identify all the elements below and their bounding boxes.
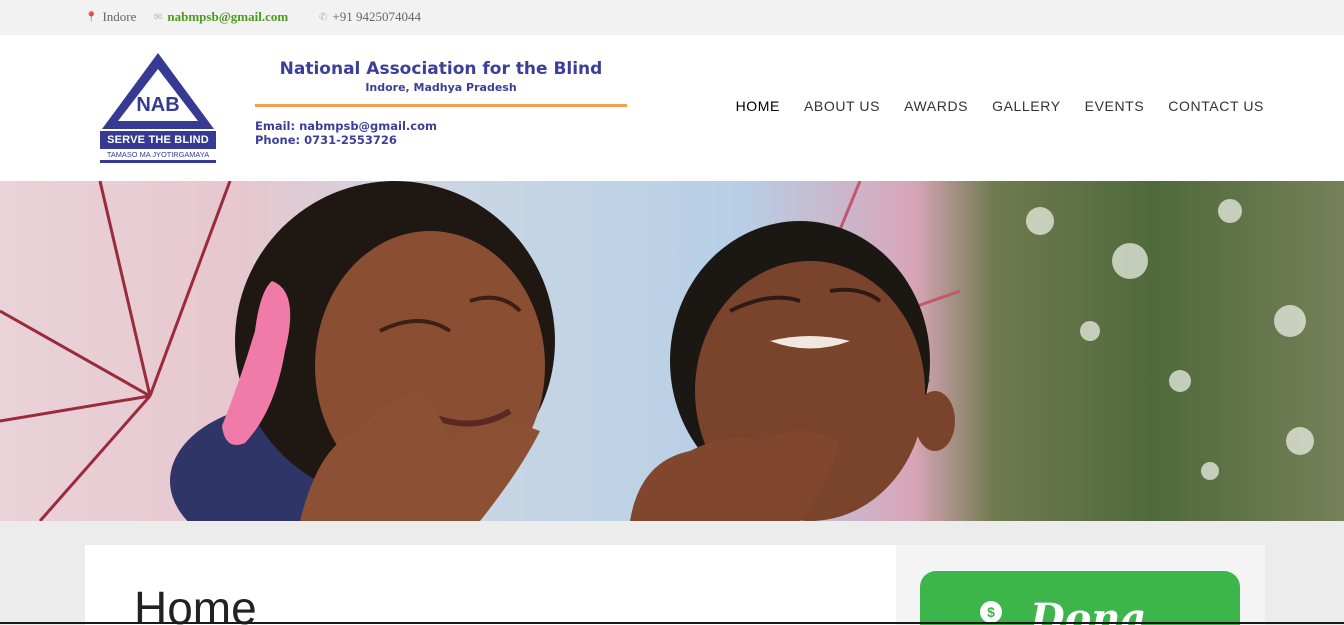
page-bottom-divider (0, 622, 1344, 624)
email-link[interactable]: ✉ nabmpsb@gmail.com (154, 9, 288, 25)
location-text: Indore (102, 9, 137, 24)
sidebar: $ Dona (896, 545, 1265, 625)
logo-divider (255, 104, 627, 107)
email-text[interactable]: nabmpsb@gmail.com (167, 9, 288, 25)
logo-email: Email: nabmpsb@gmail.com (255, 119, 437, 133)
donate-label: Dona (1030, 595, 1147, 625)
nav-home[interactable]: HOME (736, 98, 780, 114)
nav-awards[interactable]: AWARDS (904, 98, 968, 114)
nav-contact-us[interactable]: CONTACT US (1168, 98, 1264, 114)
hero-banner-image (0, 181, 1344, 521)
phone-item: ✆ +91 9425074044 (319, 9, 421, 25)
top-contact-bar: 📍 Indore ✉ nabmpsb@gmail.com ✆ +91 94250… (0, 0, 1344, 35)
main-nav: HOME ABOUT US AWARDS GALLERY EVENTS CONT… (736, 98, 1264, 114)
org-subtitle: Indore, Madhya Pradesh (365, 81, 517, 94)
emblem-letters: NAB (136, 94, 179, 116)
main-content: Home (85, 545, 896, 625)
emblem-motto: TAMASO MA JYOTIRGAMAYA (100, 149, 216, 163)
nav-gallery[interactable]: GALLERY (992, 98, 1061, 114)
page-title: Home (134, 582, 257, 625)
nav-about-us[interactable]: ABOUT US (804, 98, 880, 114)
org-title: National Association for the Blind (279, 59, 603, 79)
serve-the-blind-band: SERVE THE BLIND (100, 131, 216, 149)
phone-icon: ✆ (319, 11, 328, 23)
nab-emblem: NAB SERVE THE BLIND TAMASO MA JYOTIRGAMA… (100, 51, 216, 167)
location-item: 📍 Indore (85, 9, 136, 25)
map-pin-icon: 📍 (85, 11, 98, 23)
site-logo[interactable]: NAB SERVE THE BLIND TAMASO MA JYOTIRGAMA… (100, 51, 655, 167)
hero-photo-illustration (0, 181, 1314, 521)
triangle-emblem-icon: NAB (102, 53, 214, 129)
phone-text: +91 9425074044 (332, 9, 421, 24)
nav-events[interactable]: EVENTS (1085, 98, 1145, 114)
logo-phone: Phone: 0731-2553726 (255, 133, 397, 147)
site-header: NAB SERVE THE BLIND TAMASO MA JYOTIRGAMA… (0, 35, 1344, 181)
envelope-icon: ✉ (154, 11, 163, 23)
donate-button[interactable]: $ Dona (920, 571, 1240, 625)
dollar-icon: $ (980, 601, 1002, 623)
